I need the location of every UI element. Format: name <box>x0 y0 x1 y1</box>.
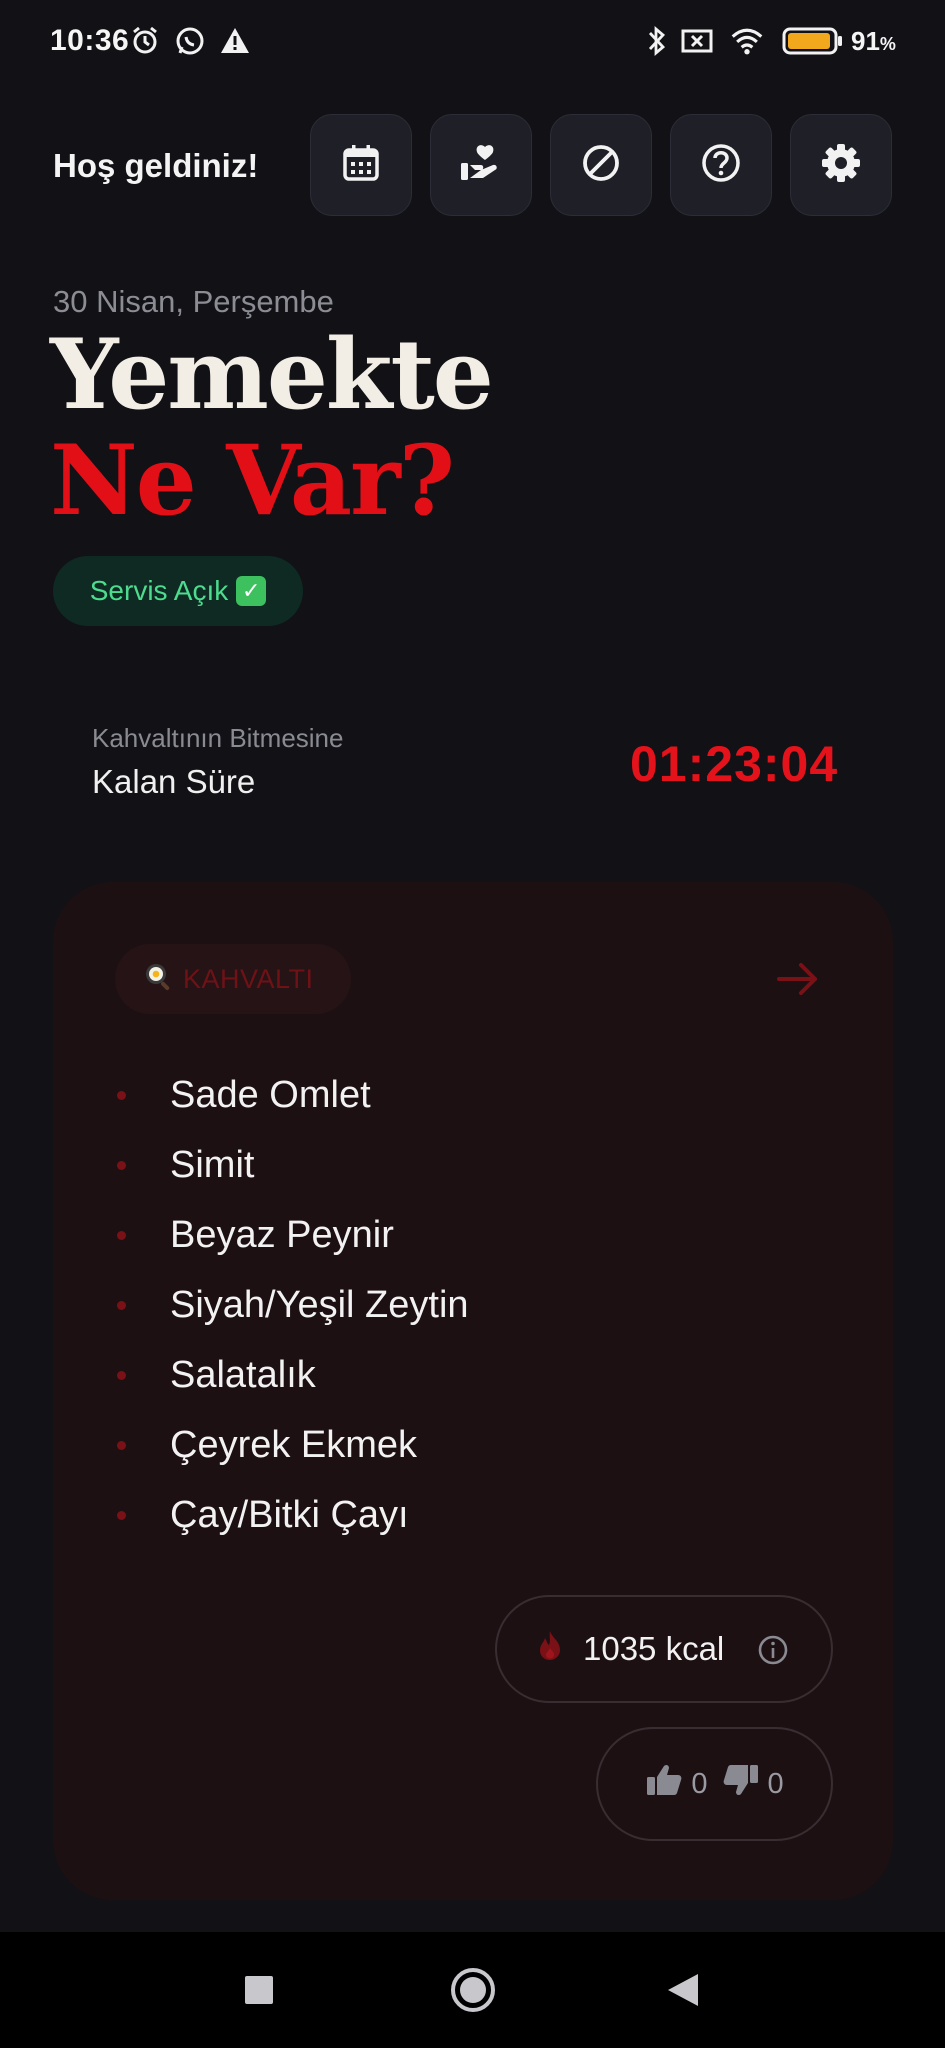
wifi-icon <box>730 24 764 58</box>
bullet-dot <box>117 1511 126 1520</box>
thumbs-down-icon <box>722 1763 760 1805</box>
greeting-text: Hoş geldiniz! <box>53 147 259 184</box>
flame-icon <box>535 1629 565 1669</box>
meal-card[interactable]: KAHVALTI Sade Omlet Simit Beyaz Peynir S… <box>53 882 893 1900</box>
block-icon <box>581 143 621 188</box>
bullet-dot <box>117 1301 126 1310</box>
menu-item: Sade Omlet <box>115 1060 815 1130</box>
menu-item: Beyaz Peynir <box>115 1200 815 1270</box>
settings-gear-icon <box>820 142 862 189</box>
bullet-dot <box>117 1371 126 1380</box>
status-bar: 10:36 91% <box>0 0 945 84</box>
bullet-dot <box>117 1231 126 1240</box>
help-icon <box>701 143 741 188</box>
recents-square-icon[interactable] <box>231 1962 287 2018</box>
bluetooth-icon <box>640 24 674 58</box>
menu-item: Siyah/Yeşil Zeytin <box>115 1270 815 1340</box>
block-button[interactable] <box>550 114 652 216</box>
thumbs-up-icon <box>645 1763 683 1805</box>
like-count: 0 <box>691 1767 708 1800</box>
countdown-label: Kahvaltının Bitmesine <box>92 723 344 753</box>
frying-pan-egg-icon <box>143 961 173 998</box>
donate-button[interactable] <box>430 114 532 216</box>
menu-item: Çay/Bitki Çayı <box>115 1480 815 1550</box>
battery-percent: 91% <box>851 26 896 56</box>
bullet-dot <box>117 1161 126 1170</box>
calories-button[interactable]: 1035 kcal <box>495 1595 833 1703</box>
arrow-right-icon[interactable] <box>773 954 823 1004</box>
donate-heart-icon <box>459 143 503 188</box>
settings-button[interactable] <box>790 114 892 216</box>
check-mark-icon: ✓ <box>236 576 267 606</box>
meal-type-badge: KAHVALTI <box>115 944 351 1014</box>
current-date: 30 Nisan, Perşembe <box>53 284 334 319</box>
no-sim-icon <box>680 24 714 58</box>
page-title-line1: Yemekte <box>50 318 494 431</box>
service-status-badge: Servis Açık ✓ <box>53 556 303 626</box>
vote-panel: 0 0 <box>596 1727 833 1841</box>
countdown-timer: 01:23:04 <box>630 736 839 792</box>
meal-type-label: KAHVALTI <box>183 963 314 994</box>
status-time: 10:36 <box>50 24 130 57</box>
dislike-count: 0 <box>767 1767 784 1800</box>
dislike-button[interactable]: 0 <box>722 1763 784 1805</box>
service-status-label: Servis Açık <box>89 575 229 606</box>
bullet-dot <box>117 1441 126 1450</box>
like-button[interactable]: 0 <box>645 1763 708 1805</box>
alarm-icon <box>128 24 162 58</box>
whatsapp-icon <box>173 24 207 58</box>
menu-list: Sade Omlet Simit Beyaz Peynir Siyah/Yeşi… <box>115 1060 815 1550</box>
warning-icon <box>218 24 252 58</box>
menu-item: Salatalık <box>115 1340 815 1410</box>
calendar-button[interactable] <box>310 114 412 216</box>
page-title-line2: Ne Var? <box>50 424 455 537</box>
countdown-sublabel: Kalan Süre <box>92 763 256 800</box>
back-triangle-icon[interactable] <box>655 1962 711 2018</box>
bullet-dot <box>117 1091 126 1100</box>
calories-value: 1035 kcal <box>583 1630 725 1667</box>
menu-item: Çeyrek Ekmek <box>115 1410 815 1480</box>
help-button[interactable] <box>670 114 772 216</box>
menu-item: Simit <box>115 1130 815 1200</box>
app-screen: 10:36 91% Hoş geldiniz! 30 Nisan, Perşem… <box>0 0 945 2048</box>
info-icon[interactable] <box>757 1634 789 1674</box>
system-nav-bar <box>0 1932 945 2048</box>
home-circle-icon[interactable] <box>445 1962 501 2018</box>
battery-icon <box>782 24 844 58</box>
calendar-icon <box>341 143 381 188</box>
